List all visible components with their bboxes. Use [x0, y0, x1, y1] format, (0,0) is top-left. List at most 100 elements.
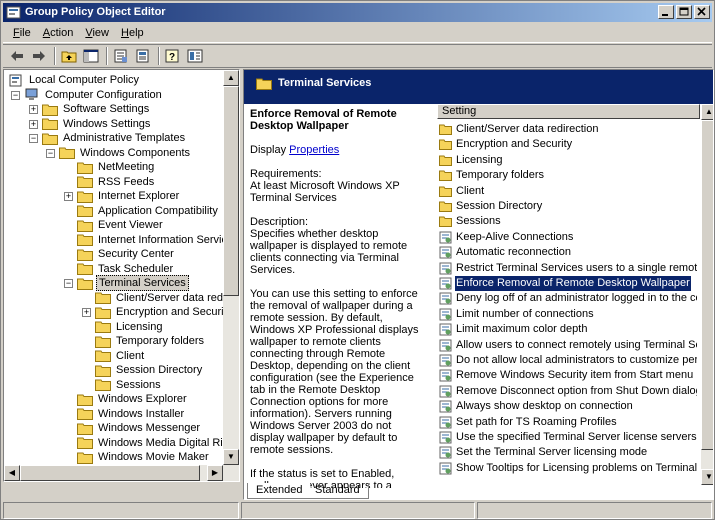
tree-node[interactable]: Sessions — [95, 378, 163, 392]
settings-list[interactable]: Setting Client/Server data redirection En… — [437, 104, 713, 485]
folder-icon — [77, 220, 93, 232]
list-item-setting[interactable]: Automatic reconnection — [439, 245, 697, 260]
up-one-level-button[interactable] — [59, 46, 79, 66]
tree-node[interactable]: Temporary folders — [95, 334, 206, 348]
tree-node[interactable]: RSS Feeds — [77, 175, 156, 189]
tree-node[interactable]: Event Viewer — [77, 218, 165, 232]
console-tree[interactable]: Local Computer Policy Computer Configurat… — [3, 69, 240, 482]
list-item-setting[interactable]: Use the specified Terminal Server licens… — [439, 430, 697, 445]
tree-node[interactable]: Windows Media Digital Rights — [77, 436, 239, 450]
tree-node[interactable]: Computer Configuration — [24, 88, 164, 102]
properties-link[interactable]: Properties — [289, 144, 339, 156]
collapse-icon[interactable]: − — [29, 134, 38, 143]
list-item-setting[interactable]: Set the Terminal Server licensing mode — [439, 445, 697, 460]
tree-node[interactable]: Windows Installer — [77, 407, 186, 421]
export-list-button[interactable] — [133, 46, 153, 66]
scroll-down-button[interactable]: ▼ — [223, 449, 239, 465]
list-item-folder[interactable]: Session Directory — [439, 199, 697, 214]
list-item-folder[interactable]: Client — [439, 184, 697, 199]
tree-node[interactable]: NetMeeting — [77, 160, 156, 174]
tree-node[interactable]: Windows Settings — [42, 117, 152, 131]
tree-node[interactable]: Internet Explorer — [77, 189, 181, 203]
list-vertical-scrollbar[interactable]: ▲ ▼ — [701, 104, 713, 485]
title-bar[interactable]: Group Policy Object Editor — [3, 3, 712, 22]
folder-icon — [95, 307, 111, 319]
list-item-label: Licensing — [456, 153, 503, 166]
list-item-setting[interactable]: Allow users to connect remotely using Te… — [439, 338, 697, 353]
list-item-setting[interactable]: Set path for TS Roaming Profiles — [439, 415, 697, 430]
maximize-button[interactable] — [676, 5, 692, 19]
tree-vertical-scrollbar[interactable]: ▲ ▼ — [223, 70, 239, 465]
list-item-setting[interactable]: Always show desktop on connection — [439, 399, 697, 414]
tree-node[interactable]: Terminal Services — [77, 275, 189, 291]
back-button[interactable] — [7, 46, 27, 66]
policy-setting-icon — [439, 277, 452, 290]
menu-file[interactable]: File — [7, 27, 37, 39]
help-button[interactable]: ? — [163, 46, 183, 66]
tree-node[interactable]: Internet Information Services — [77, 233, 239, 247]
list-item-folder[interactable]: Client/Server data redirection — [439, 122, 697, 137]
tree-node[interactable]: Software Settings — [42, 102, 151, 116]
list-item-setting[interactable]: Remove Disconnect option from Shut Down … — [439, 384, 697, 399]
tree-node[interactable]: Client/Server data redirection — [95, 291, 239, 305]
tree-node[interactable]: Administrative Templates — [42, 131, 187, 145]
list-item-folder[interactable]: Encryption and Security — [439, 137, 697, 152]
tree-node[interactable]: Windows Explorer — [77, 392, 189, 406]
properties-button[interactable] — [111, 46, 131, 66]
list-item-setting[interactable]: Do not allow local administrators to cus… — [439, 353, 697, 368]
tree-node[interactable]: Security Center — [77, 247, 176, 261]
setting-column-header[interactable]: Setting — [437, 104, 700, 119]
list-item-setting[interactable]: Remove Windows Security item from Start … — [439, 368, 697, 383]
list-item-setting[interactable]: Limit number of connections — [439, 307, 697, 322]
scroll-left-button[interactable]: ◀ — [4, 465, 20, 481]
tab-extended[interactable]: Extended — [247, 483, 311, 499]
expand-icon[interactable]: + — [29, 105, 38, 114]
expand-icon[interactable]: + — [82, 308, 91, 317]
scroll-right-button[interactable]: ▶ — [207, 465, 223, 481]
tree-node[interactable]: Licensing — [95, 320, 164, 334]
scroll-up-button[interactable]: ▲ — [223, 70, 239, 86]
expand-icon[interactable]: + — [64, 192, 73, 201]
collapse-icon[interactable]: − — [46, 148, 55, 158]
list-item-setting[interactable]: Keep-Alive Connections — [439, 230, 697, 245]
tree-horizontal-scrollbar[interactable]: ◀ ▶ — [4, 465, 239, 481]
collapse-icon[interactable]: − — [11, 90, 20, 100]
scroll-thumb[interactable] — [701, 120, 713, 450]
list-item-setting[interactable]: Limit maximum color depth — [439, 322, 697, 337]
scroll-thumb[interactable] — [223, 86, 239, 296]
expand-icon[interactable]: + — [29, 119, 38, 129]
requirements-block: Requirements: At least Microsoft Windows… — [250, 168, 425, 204]
tree-node-label: Windows Settings — [63, 117, 151, 130]
list-item-folder[interactable]: Licensing — [439, 153, 697, 168]
tree-node[interactable]: Application Compatibility — [77, 204, 220, 218]
menu-help[interactable]: Help — [115, 27, 150, 39]
tree-node[interactable]: Local Computer Policy — [8, 73, 141, 87]
tree-node[interactable]: Session Directory — [95, 363, 204, 377]
list-item-setting[interactable]: Restrict Terminal Services users to a si… — [439, 261, 697, 276]
list-item-folder[interactable]: Sessions — [439, 214, 697, 229]
list-item-setting[interactable]: Show Tooltips for Licensing problems on … — [439, 461, 697, 476]
tree-node[interactable]: Windows Components — [59, 146, 192, 160]
console-view-button[interactable] — [185, 46, 205, 66]
collapse-icon[interactable]: − — [64, 279, 73, 288]
list-item-folder[interactable]: Temporary folders — [439, 168, 697, 183]
toolbar-separator — [158, 47, 160, 65]
tree-node[interactable]: Windows Movie Maker — [77, 450, 211, 464]
tree-node[interactable]: Task Scheduler — [77, 262, 175, 276]
minimize-button[interactable] — [658, 5, 674, 19]
list-item-setting[interactable]: Enforce Removal of Remote Desktop Wallpa… — [439, 276, 697, 291]
close-button[interactable] — [694, 5, 710, 19]
tree-node[interactable]: Encryption and Security — [95, 305, 234, 319]
tree-node[interactable]: Client — [95, 349, 146, 363]
menu-action[interactable]: Action — [37, 27, 80, 39]
scroll-down-button[interactable]: ▼ — [701, 469, 713, 485]
tree-node[interactable]: Windows Messenger — [77, 421, 202, 435]
policy-setting-icon — [439, 262, 452, 275]
tab-standard[interactable]: Standard — [307, 483, 369, 499]
list-item-setting[interactable]: Deny log off of an administrator logged … — [439, 291, 697, 306]
forward-button[interactable] — [29, 46, 49, 66]
show-hide-tree-button[interactable] — [81, 46, 101, 66]
menu-view[interactable]: View — [79, 27, 115, 39]
scroll-up-button[interactable]: ▲ — [701, 104, 713, 120]
scroll-thumb[interactable] — [20, 465, 200, 481]
